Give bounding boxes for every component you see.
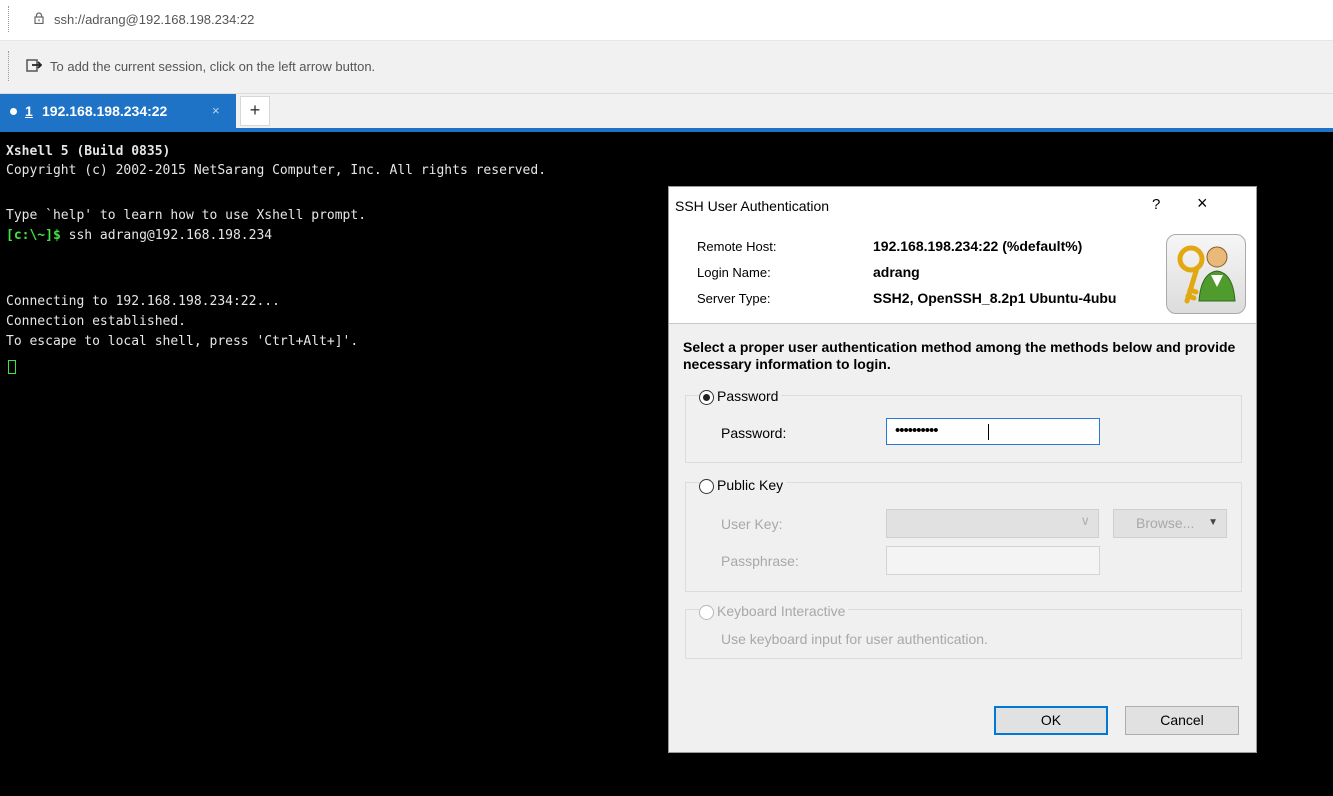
session-info-text: To add the current session, click on the… [50, 59, 376, 74]
session-arrow-icon[interactable] [26, 59, 42, 73]
user-key-label: User Key: [721, 516, 783, 532]
tab-label: 192.168.198.234:22 [42, 103, 168, 119]
toolbar-grip [8, 6, 10, 32]
login-name-value: adrang [873, 264, 920, 280]
remote-host-label: Remote Host: [697, 239, 777, 254]
ok-button[interactable]: OK [994, 706, 1108, 735]
terminal-line: Connecting to 192.168.198.234:22... [6, 294, 280, 309]
terminal-cursor [8, 360, 16, 374]
tab-bar: 1 192.168.198.234:22 × + [0, 94, 1333, 128]
instructions: Select a proper user authentication meth… [683, 339, 1236, 372]
terminal-line: Connection established. [6, 314, 187, 329]
user-key-icon [1166, 234, 1246, 314]
password-field-label: Password: [721, 425, 787, 441]
ssh-auth-dialog: SSH User Authentication ? × Remote Host:… [668, 186, 1257, 753]
public-key-radio[interactable] [699, 479, 714, 494]
browse-label: Browse... [1136, 515, 1195, 531]
passphrase-input[interactable] [886, 546, 1100, 575]
password-radio-label[interactable]: Password [714, 388, 782, 404]
tab-close-icon[interactable]: × [212, 103, 220, 118]
remote-host-value: 192.168.198.234:22 (%default%) [873, 238, 1083, 254]
session-info-bar: To add the current session, click on the… [0, 41, 1333, 94]
browse-button[interactable]: Browse... ▼ [1113, 509, 1227, 538]
terminal-line: Xshell 5 (Build 0835) [6, 144, 171, 159]
address-url[interactable]: ssh://adrang@192.168.198.234:22 [54, 12, 254, 27]
terminal-line: To escape to local shell, press 'Ctrl+Al… [6, 334, 359, 349]
address-bar[interactable]: ssh://adrang@192.168.198.234:22 [0, 0, 1333, 41]
terminal-line: Copyright (c) 2002-2015 NetSarang Comput… [6, 163, 547, 178]
lock-icon [34, 12, 44, 24]
keyboard-interactive-radio[interactable] [699, 605, 714, 620]
close-button[interactable]: × [1197, 193, 1208, 214]
terminal-line: Type `help' to learn how to use Xshell p… [6, 208, 367, 223]
dropdown-arrow-icon: ▼ [1208, 517, 1218, 528]
password-mask: •••••••••• [895, 422, 939, 439]
shell-prompt: [c:\~]$ [6, 228, 61, 243]
shell-command: ssh adrang@192.168.198.234 [60, 228, 273, 243]
login-name-label: Login Name: [697, 265, 771, 280]
help-button[interactable]: ? [1152, 196, 1160, 213]
user-key-select[interactable]: ∨ [886, 509, 1099, 538]
cancel-button[interactable]: Cancel [1125, 706, 1239, 735]
toolbar-grip [8, 51, 10, 81]
keyboard-interactive-label[interactable]: Keyboard Interactive [714, 603, 849, 619]
add-tab-button[interactable]: + [240, 96, 270, 126]
connected-dot-icon [10, 108, 17, 115]
tab-number: 1 [25, 103, 33, 119]
keyboard-interactive-description: Use keyboard input for user authenticati… [721, 631, 988, 647]
public-key-radio-label[interactable]: Public Key [714, 477, 787, 493]
passphrase-label: Passphrase: [721, 553, 799, 569]
server-type-label: Server Type: [697, 291, 771, 306]
dialog-title: SSH User Authentication [675, 198, 830, 214]
password-input[interactable]: •••••••••• [886, 418, 1100, 445]
server-type-value: SSH2, OpenSSH_8.2p1 Ubuntu-4ubu [873, 290, 1117, 306]
terminal-command-line: [c:\~]$ ssh adrang@192.168.198.234 [6, 226, 272, 246]
password-radio[interactable] [699, 390, 714, 405]
chevron-down-icon: ∨ [1080, 513, 1090, 528]
text-caret [988, 424, 989, 440]
tab-session-1[interactable]: 1 192.168.198.234:22 × [0, 94, 236, 128]
